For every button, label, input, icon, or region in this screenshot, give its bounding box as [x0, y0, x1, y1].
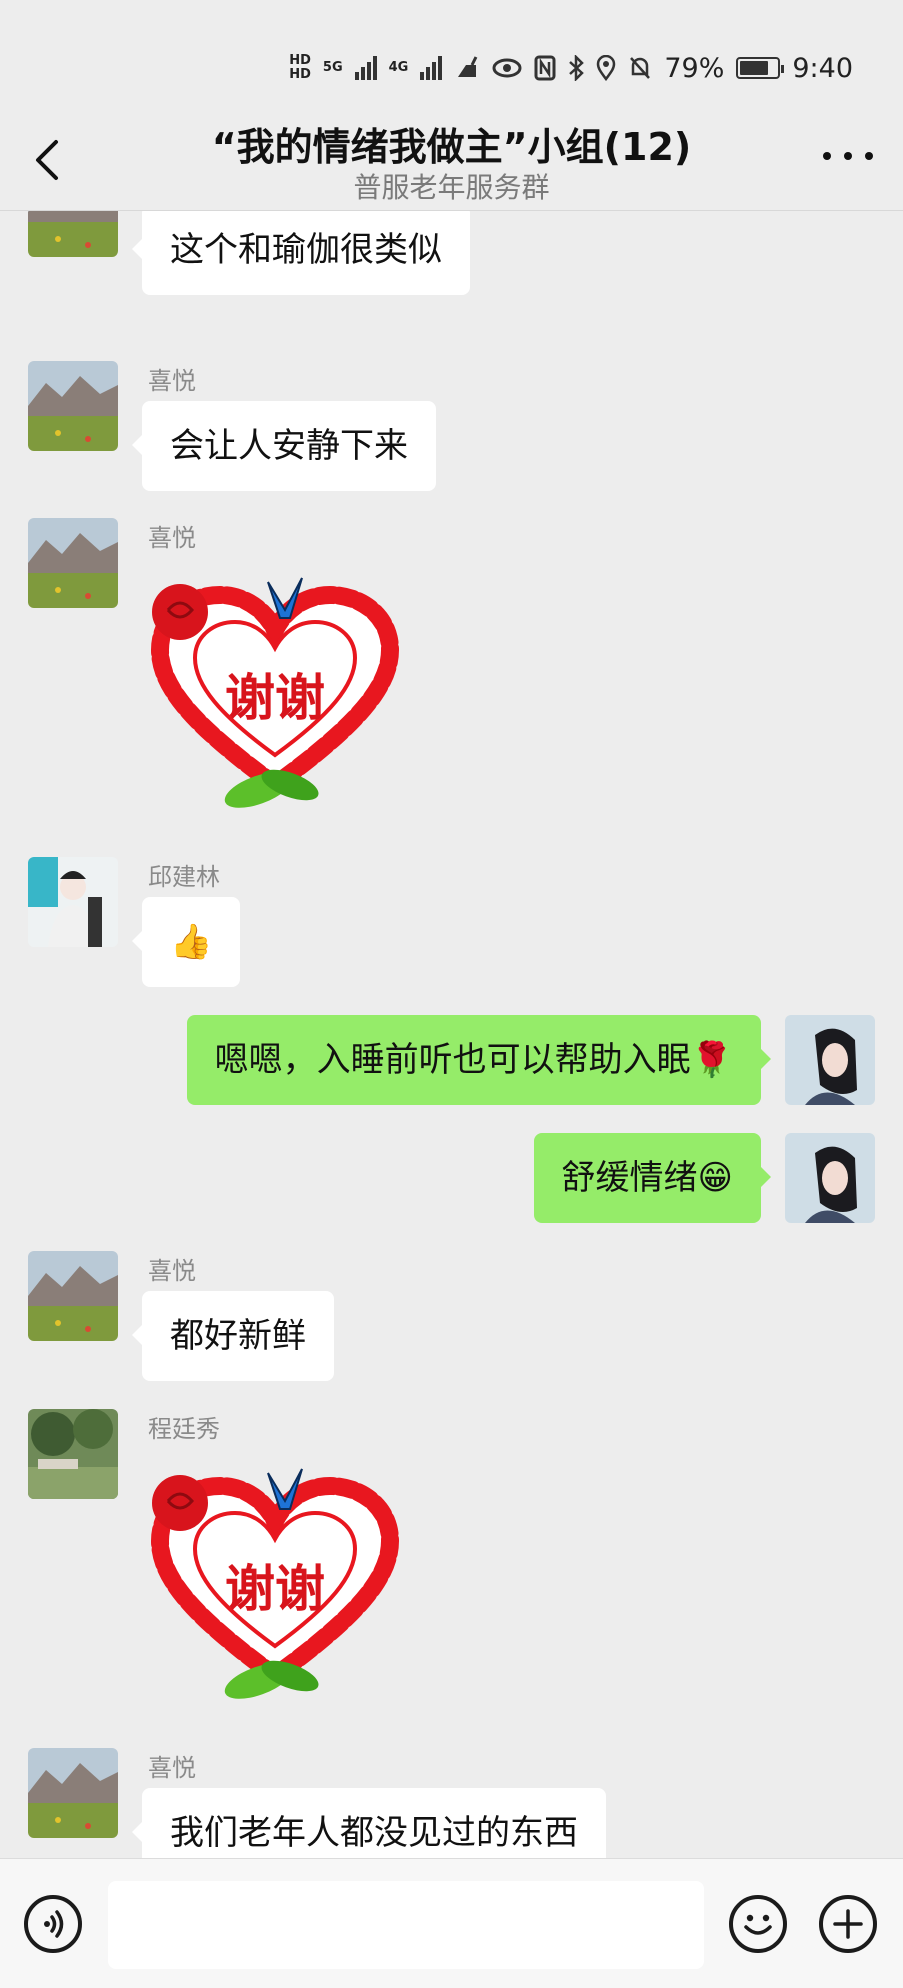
- message-item: 邱建林 👍: [0, 857, 903, 1007]
- sticker-text: 谢谢: [225, 1560, 325, 1618]
- message-item: 喜悦 这个和瑜伽很类似: [0, 211, 903, 313]
- message-item: 喜悦 谢谢: [0, 518, 903, 838]
- chat-subtitle: 普服老年服务群: [353, 171, 550, 204]
- clock: 9:40: [792, 52, 853, 84]
- status-bar: HD HD 5G 4G 79% 9:40: [0, 0, 903, 120]
- message-bubble[interactable]: 会让人安静下来: [132, 401, 436, 491]
- bluetooth-icon: [569, 55, 585, 81]
- message-item: 嗯嗯，入睡前听也可以帮助入眠🌹: [0, 1015, 903, 1115]
- thank-you-sticker[interactable]: 谢谢: [140, 570, 410, 810]
- bell-off-icon: [630, 57, 651, 79]
- message-item: 程廷秀 谢谢: [0, 1409, 903, 1729]
- message-item: 喜悦 我们老年人都没见过的东西: [0, 1748, 903, 1858]
- my-avatar[interactable]: [785, 1133, 875, 1223]
- message-bubble[interactable]: 都好新鲜: [132, 1291, 334, 1381]
- sender-name: 程廷秀: [148, 1415, 220, 1443]
- avatar[interactable]: [28, 518, 118, 608]
- chat-header: “我的情绪我做主”小组(12) 普服老年服务群: [0, 110, 903, 211]
- avatar[interactable]: [28, 361, 118, 451]
- message-bubble[interactable]: 这个和瑜伽很类似: [132, 211, 470, 295]
- avatar[interactable]: [28, 1748, 118, 1838]
- voice-icon[interactable]: [24, 1895, 82, 1953]
- signal-5g-icon: [354, 56, 377, 80]
- message-input[interactable]: [108, 1881, 704, 1969]
- sticker-text: 谢谢: [225, 669, 325, 727]
- signal-4g-icon: [420, 56, 443, 80]
- message-bubble[interactable]: 我们老年人都没见过的东西: [132, 1788, 606, 1858]
- emoji-icon[interactable]: [729, 1895, 787, 1953]
- sender-name: 喜悦: [148, 1257, 196, 1285]
- battery-percent: 79%: [664, 52, 725, 84]
- network-4g-label: 4G: [388, 60, 409, 75]
- sender-name: 喜悦: [148, 367, 196, 395]
- sender-name: 邱建林: [148, 863, 220, 891]
- sender-name: 喜悦: [148, 524, 196, 552]
- cleaner-icon: [458, 56, 478, 77]
- location-icon: [597, 55, 616, 81]
- avatar[interactable]: [28, 1251, 118, 1341]
- avatar[interactable]: [28, 857, 118, 947]
- message-bubble[interactable]: 嗯嗯，入睡前听也可以帮助入眠🌹: [186, 1015, 772, 1105]
- avatar[interactable]: [28, 1409, 118, 1499]
- message-item: 喜悦 会让人安静下来: [0, 361, 903, 511]
- my-avatar[interactable]: [785, 1015, 875, 1105]
- thank-you-sticker[interactable]: 谢谢: [140, 1461, 410, 1701]
- eye-icon: [492, 58, 522, 78]
- message-item: 舒缓情绪😁: [0, 1133, 903, 1233]
- battery-icon: [736, 57, 785, 79]
- message-bubble[interactable]: 舒缓情绪😁: [533, 1133, 772, 1223]
- hd-indicator: HD HD: [289, 53, 311, 82]
- chat-title: “我的情绪我做主”小组(12): [211, 125, 692, 169]
- plus-icon[interactable]: [819, 1895, 877, 1953]
- message-bubble[interactable]: 👍: [131, 897, 241, 987]
- message-list[interactable]: 喜悦 这个和瑜伽很类似 喜悦 会让人安静下来 喜悦 谢谢: [0, 211, 903, 1858]
- avatar[interactable]: [28, 211, 118, 257]
- input-bar: [0, 1858, 903, 1988]
- sender-name: 喜悦: [148, 1754, 196, 1782]
- message-item: 喜悦 都好新鲜: [0, 1251, 903, 1401]
- network-5g-label: 5G: [322, 60, 343, 75]
- nfc-icon: [534, 55, 556, 81]
- more-dots-icon[interactable]: [823, 146, 873, 166]
